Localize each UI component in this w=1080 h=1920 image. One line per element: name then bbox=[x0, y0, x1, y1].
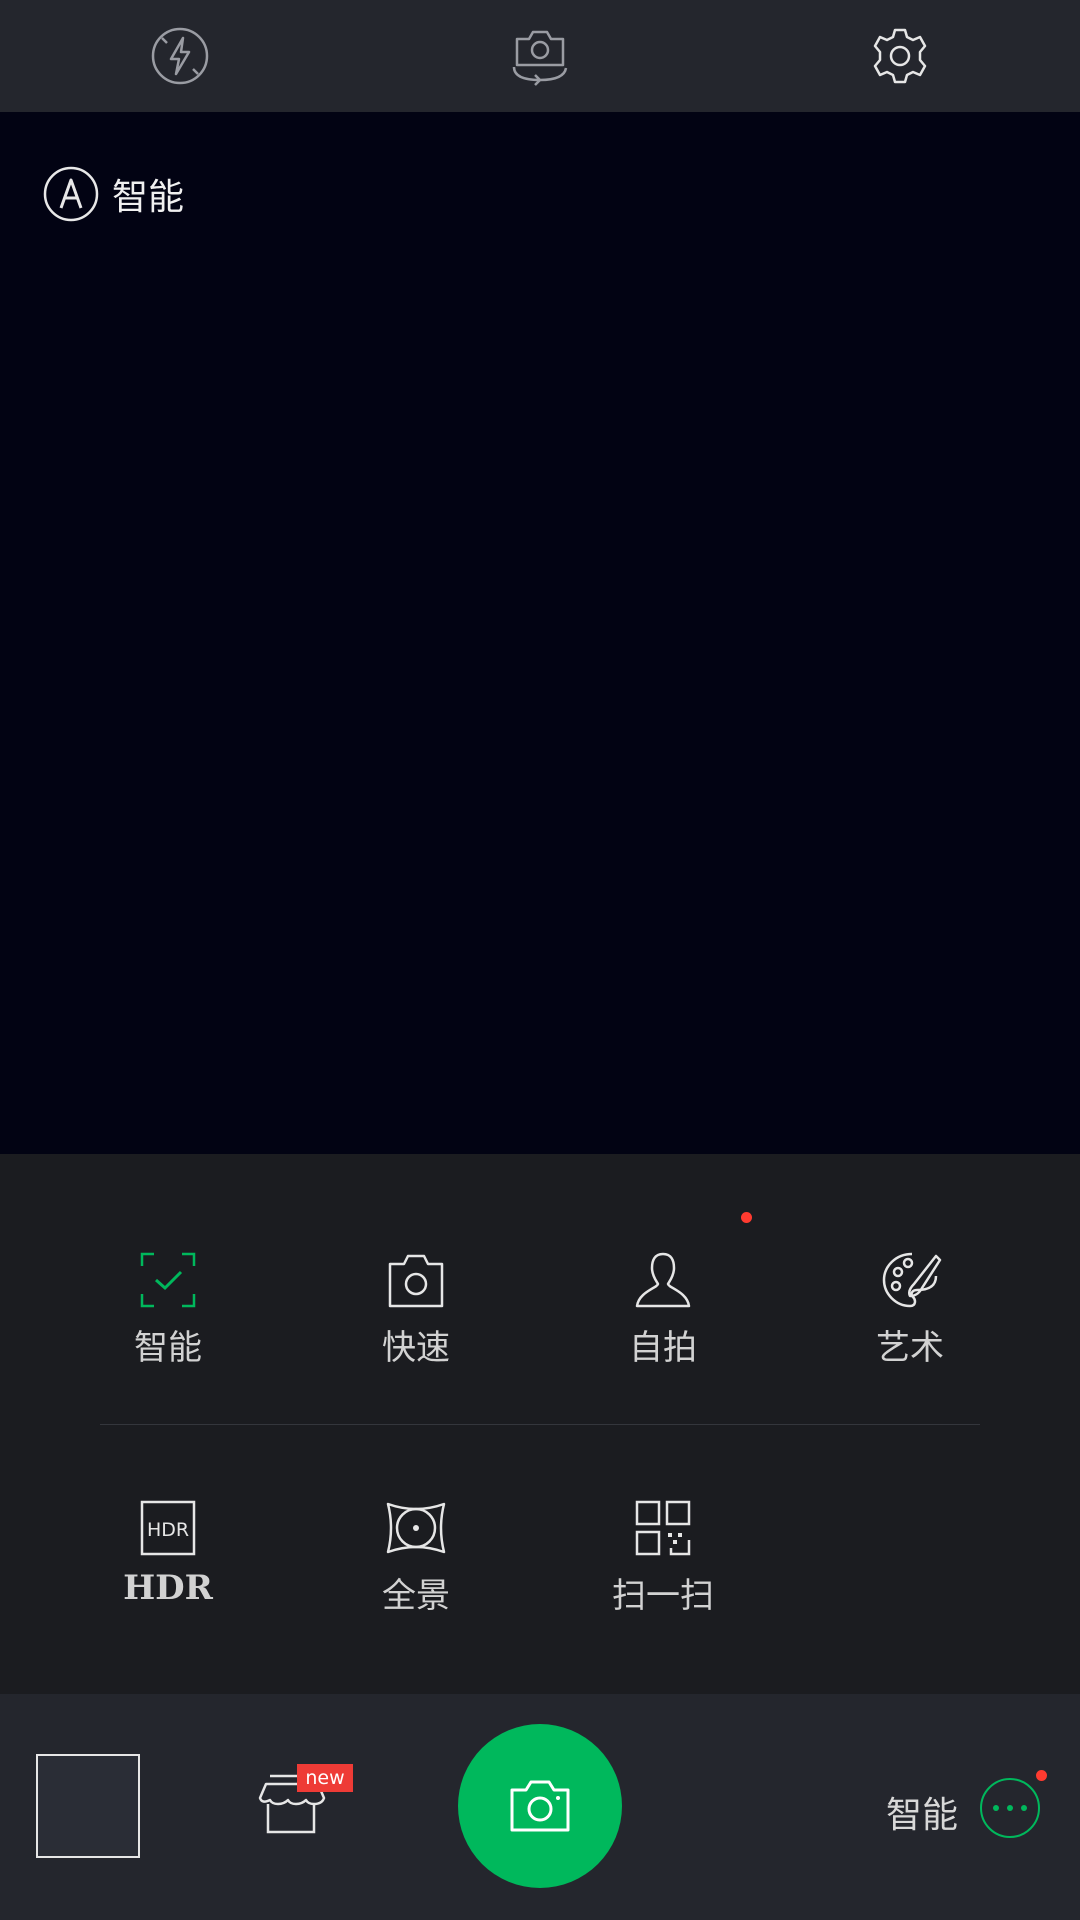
mode-quick[interactable]: 快速 bbox=[316, 1248, 516, 1388]
more-new-dot bbox=[1036, 1770, 1047, 1781]
mode-label: 艺术 bbox=[876, 1328, 944, 1368]
camera-viewfinder[interactable]: 智能 bbox=[0, 112, 1080, 1154]
dot-icon bbox=[1007, 1805, 1013, 1811]
camera-icon bbox=[388, 1254, 444, 1308]
mode-scan[interactable]: 扫一扫 bbox=[563, 1496, 763, 1636]
mode-smart[interactable]: 智能 bbox=[68, 1248, 268, 1388]
row-divider bbox=[100, 1424, 980, 1425]
gallery-thumbnail[interactable] bbox=[36, 1754, 140, 1858]
more-options-button[interactable] bbox=[980, 1778, 1040, 1838]
current-mode-label: 智能 bbox=[886, 1795, 959, 1836]
mode-badge-label: 智能 bbox=[112, 177, 185, 218]
switch-camera-icon[interactable] bbox=[506, 22, 574, 90]
new-badge: new bbox=[297, 1764, 353, 1792]
smart-frame-check-icon bbox=[140, 1252, 196, 1308]
mode-label: 全景 bbox=[382, 1576, 450, 1616]
flash-auto-icon[interactable] bbox=[146, 22, 214, 90]
svg-text:HDR: HDR bbox=[147, 1519, 189, 1541]
mode-selfie[interactable]: 自拍 bbox=[563, 1248, 763, 1388]
person-icon bbox=[635, 1252, 691, 1308]
mode-selector-panel: 智能 快速 自拍 艺术 HDR HDR 全景 扫一扫 bbox=[0, 1154, 1080, 1694]
top-toolbar bbox=[0, 0, 1080, 112]
palette-icon bbox=[882, 1252, 942, 1308]
dot-icon bbox=[993, 1805, 999, 1811]
mode-label: HDR bbox=[123, 1568, 213, 1608]
panorama-icon bbox=[386, 1502, 446, 1554]
mode-art[interactable]: 艺术 bbox=[810, 1248, 1010, 1388]
settings-gear-icon[interactable] bbox=[866, 22, 934, 90]
mode-panorama[interactable]: 全景 bbox=[316, 1496, 516, 1636]
selfie-new-dot bbox=[741, 1212, 752, 1223]
dot-icon bbox=[1021, 1805, 1027, 1811]
mode-label: 扫一扫 bbox=[612, 1576, 714, 1616]
shutter-button[interactable] bbox=[458, 1724, 622, 1888]
bottom-controls: new 智能 bbox=[0, 1694, 1080, 1920]
smart-mode-indicator[interactable]: 智能 bbox=[42, 164, 184, 224]
auto-a-icon bbox=[43, 166, 99, 222]
mode-label: 智能 bbox=[134, 1328, 202, 1368]
hdr-icon: HDR bbox=[140, 1500, 196, 1556]
qr-scan-icon bbox=[635, 1500, 691, 1556]
mode-label: 快速 bbox=[382, 1328, 450, 1368]
mode-label: 自拍 bbox=[629, 1328, 697, 1368]
camera-icon bbox=[510, 1780, 570, 1832]
mode-hdr[interactable]: HDR HDR bbox=[68, 1496, 268, 1636]
